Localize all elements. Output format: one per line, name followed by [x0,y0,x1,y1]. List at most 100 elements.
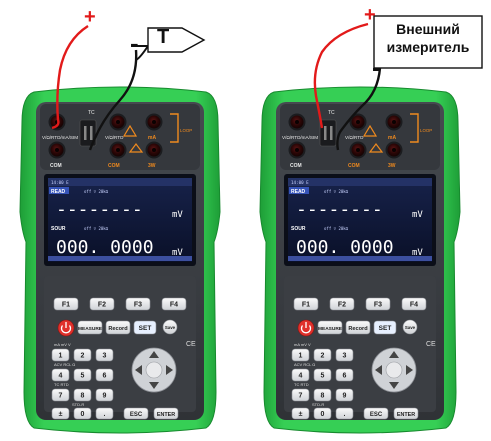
dpad-center[interactable] [385,361,403,379]
screen-sour-value: 000. 0000 [56,237,154,258]
ce-mark: CE [186,341,196,348]
dpad-center[interactable] [145,361,163,379]
key-9-label: 9 [343,393,347,400]
jack-label-v-ohm-rtd: V/Ω/RTD [345,135,364,140]
key-4-label: 4 [59,373,63,380]
key-1-label: 1 [59,353,63,360]
screen-sour-sub: off ▽ 20kΩ [84,226,109,231]
jack-3w-hole [152,148,156,152]
keypad-row2-caption: ACV RCL Ω [294,362,315,367]
jack-ma-hole [152,120,156,124]
f4-key-label: F4 [170,302,178,309]
f1-key-label: F1 [302,302,310,309]
jack-label-loop: LOOP [180,128,192,133]
enter-key-label: ENTER [157,412,175,418]
jack-v-ohm-rtd-ma-sim-hole [295,120,299,124]
jack-label-tc: TC [88,110,95,116]
jack-label-loop: LOOP [420,128,432,133]
minus-label-left: - [130,28,139,58]
f4-key-label: F4 [410,302,418,309]
jack-v-ohm-rtd-hole [356,120,360,124]
jack-label-ma: mA [148,135,156,141]
jack-label-3w: 3W [148,163,156,169]
external-meter-line2: измеритель [386,39,470,55]
key-2-label: 2 [321,353,325,360]
set-key-label: SET [379,325,392,332]
jack-label-ma: mA [388,135,396,141]
wiring-diagram: V/Ω/RTD/mA/SIM COM TC V/Ω/RTD COM mA 3W LOOP 14:… [19,15,483,434]
key-4-label: 4 [299,373,303,380]
jack-com-mid-hole [356,148,360,152]
key-2-label: 2 [81,353,85,360]
f1-key-label: F1 [62,302,70,309]
plus-label-left: + [84,6,96,28]
jack-label-v-ohm-rtd-ma-sim: V/Ω/RTD/mA/SIM [42,135,78,140]
thermocouple-probe [135,27,206,61]
screen-read-label: READ [51,189,66,195]
tc-pin-2 [330,126,333,140]
screen-read-unit: mV [412,210,423,220]
thermocouple-label: T [157,26,170,48]
screen-read-label: READ [291,189,306,195]
screen-sour-label: SOUR [51,226,66,232]
external-meter-line1: Внешний [396,21,460,37]
key-6-label: 6 [343,373,347,380]
keypad-row4-caption: STD-R [72,402,84,407]
jack-label-v-ohm-rtd-ma-sim: V/Ω/RTD/mA/SIM [282,135,318,140]
key-8-label: 8 [81,393,85,400]
screen-read-value: -------- [296,199,383,220]
measure-key-label: MEASURE [318,326,343,332]
jack-label-tc: TC [328,110,335,116]
screen-status: 14:00 E [291,180,309,185]
enter-key-label: ENTER [397,412,415,418]
record-key-label: Record [348,326,368,332]
dot-key-label: . [104,411,106,418]
tc-pin-1 [84,126,87,140]
jack-label-v-ohm-rtd: V/Ω/RTD [105,135,124,140]
esc-key-label: ESC [370,412,383,418]
dot-key-label: . [344,411,346,418]
key-3-label: 3 [103,353,107,360]
screen-sour-unit: mV [412,248,423,258]
jack-com-mid-hole [116,148,120,152]
key-8-label: 8 [321,393,325,400]
tc-pin-2 [90,126,93,140]
key-3-label: 3 [343,353,347,360]
jack-ma-hole [392,120,396,124]
key-5-label: 5 [321,373,325,380]
f3-key-label: F3 [374,302,382,309]
screen-sour-label: SOUR [291,226,306,232]
keypad-row4-caption: STD-R [312,402,324,407]
screen-read-sub: off ▽ 20kΩ [324,189,349,194]
jack-label-com-left: COM [290,163,302,169]
set-key-label: SET [139,325,152,332]
keypad-row1-caption: mA mV V [54,342,71,347]
jack-v-ohm-rtd-hole [116,120,120,124]
key-9-label: 9 [103,393,107,400]
save-key-label: Save [165,325,176,330]
plus-minus-key-label: ± [299,411,303,418]
external-meter-label: Внешний измеритель [374,20,482,56]
jack-label-com-left: COM [50,163,62,169]
keypad-row3-caption: TC RTD [54,382,69,387]
record-key-label: Record [108,326,128,332]
jack-com-left-hole [55,148,59,152]
jack-label-3w: 3W [388,163,396,169]
screen-sour-unit: mV [172,248,183,258]
screen-read-unit: mV [172,210,183,220]
plus-minus-key-label: ± [59,411,63,418]
keypad-row1-caption: mA mV V [294,342,311,347]
key-1-label: 1 [299,353,303,360]
jack-label-com-mid: COM [108,163,120,169]
f2-key-label: F2 [338,302,346,309]
screen-sour-sub: off ▽ 20kΩ [324,226,349,231]
jack-label-com-mid: COM [348,163,360,169]
jack-3w-hole [392,148,396,152]
screen-sour-value: 000. 0000 [296,237,394,258]
ce-mark: CE [426,341,436,348]
measure-key-label: MEASURE [78,326,103,332]
minus-label-right: - [372,52,381,82]
key-6-label: 6 [103,373,107,380]
screen-read-sub: off ▽ 20kΩ [84,189,109,194]
screen-read-value: -------- [56,199,143,220]
